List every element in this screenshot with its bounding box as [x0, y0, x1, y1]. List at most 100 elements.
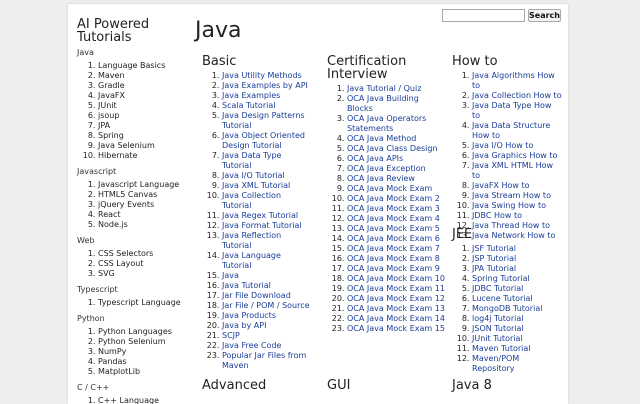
link-java-tutorial-quiz[interactable]: Java Tutorial / Quiz	[347, 84, 421, 93]
sidebar-item-pandas[interactable]: Pandas	[98, 357, 127, 366]
sidebar-item-node-js[interactable]: Node.js	[98, 220, 128, 229]
link-oca-java-mock-exam-4[interactable]: OCA Java Mock Exam 4	[347, 214, 440, 223]
link-jsf-tutorial[interactable]: JSF Tutorial	[472, 244, 516, 253]
link-java-utility-methods[interactable]: Java Utility Methods	[222, 71, 302, 80]
link-oca-java-mock-exam-14[interactable]: OCA Java Mock Exam 14	[347, 314, 445, 323]
link-oca-java-operators-statements[interactable]: OCA Java Operators Statements	[347, 114, 426, 133]
list-item: JUnit Tutorial	[472, 334, 562, 344]
link-java-data-type-how-to[interactable]: Java Data Type How to	[472, 101, 551, 120]
sidebar-item-maven[interactable]: Maven	[98, 71, 125, 80]
link-jar-file-pom-source[interactable]: Jar File / POM / Source	[222, 301, 310, 310]
link-oca-java-mock-exam-11[interactable]: OCA Java Mock Exam 11	[347, 284, 445, 293]
sidebar-item-html5-canvas[interactable]: HTML5 Canvas	[98, 190, 157, 199]
link-jar-file-download[interactable]: Jar File Download	[222, 291, 291, 300]
link-oca-java-mock-exam-2[interactable]: OCA Java Mock Exam 2	[347, 194, 440, 203]
link-java-graphics-how-to[interactable]: Java Graphics How to	[472, 151, 557, 160]
sidebar-item-gradle[interactable]: Gradle	[98, 81, 125, 90]
sidebar-item-javafx[interactable]: JavaFX	[98, 91, 125, 100]
link-java-xml-tutorial[interactable]: Java XML Tutorial	[222, 181, 290, 190]
list-item: Java Tutorial	[222, 281, 312, 291]
link-java-data-structure-how-to[interactable]: Java Data Structure How to	[472, 121, 550, 140]
link-javafx-how-to[interactable]: JavaFX How to	[472, 181, 530, 190]
link-java-design-patterns-tutorial[interactable]: Java Design Patterns Tutorial	[222, 111, 305, 130]
link-oca-java-exception[interactable]: OCA Java Exception	[347, 164, 426, 173]
link-java[interactable]: Java	[222, 271, 239, 280]
link-java-data-type-tutorial[interactable]: Java Data Type Tutorial	[222, 151, 281, 170]
link-oca-java-mock-exam[interactable]: OCA Java Mock Exam	[347, 184, 432, 193]
link-oca-java-class-design[interactable]: OCA Java Class Design	[347, 144, 438, 153]
link-oca-java-mock-exam-10[interactable]: OCA Java Mock Exam 10	[347, 274, 445, 283]
link-oca-java-mock-exam-7[interactable]: OCA Java Mock Exam 7	[347, 244, 440, 253]
link-java-regex-tutorial[interactable]: Java Regex Tutorial	[222, 211, 298, 220]
link-java-language-tutorial[interactable]: Java Language Tutorial	[222, 251, 281, 270]
link-lucene-tutorial[interactable]: Lucene Tutorial	[472, 294, 533, 303]
sidebar-item-c-language[interactable]: C++ Language	[98, 396, 159, 404]
sidebar-item-css-layout[interactable]: CSS Layout	[98, 259, 143, 268]
list-item: OCA Java Mock Exam 6	[347, 234, 447, 244]
link-java-reflection-tutorial[interactable]: Java Reflection Tutorial	[222, 231, 281, 250]
link-junit-tutorial[interactable]: JUnit Tutorial	[472, 334, 523, 343]
link-java-by-api[interactable]: Java by API	[222, 321, 266, 330]
sidebar-item-hibernate[interactable]: Hibernate	[98, 151, 137, 160]
link-oca-java-method[interactable]: OCA Java Method	[347, 134, 416, 143]
sidebar-item-spring[interactable]: Spring	[98, 131, 124, 140]
link-java-examples[interactable]: Java Examples	[222, 91, 280, 100]
link-oca-java-mock-exam-8[interactable]: OCA Java Mock Exam 8	[347, 254, 440, 263]
sidebar-item-jpa[interactable]: JPA	[98, 121, 110, 130]
link-java-algorithms-how-to[interactable]: Java Algorithms How to	[472, 71, 555, 90]
link-scala-tutorial[interactable]: Scala Tutorial	[222, 101, 275, 110]
link-oca-java-apis[interactable]: OCA Java APIs	[347, 154, 403, 163]
sidebar-item-react[interactable]: React	[98, 210, 121, 219]
link-jsp-tutorial[interactable]: JSP Tutorial	[472, 254, 516, 263]
sidebar-item-jsoup[interactable]: jsoup	[98, 111, 119, 120]
sidebar-item-typescript-language[interactable]: Typescript Language	[98, 298, 181, 307]
link-oca-java-review[interactable]: OCA Java Review	[347, 174, 415, 183]
link-java-examples-by-api[interactable]: Java Examples by API	[222, 81, 308, 90]
link-java-xml-html-how-to[interactable]: Java XML HTML How to	[472, 161, 553, 180]
link-java-format-tutorial[interactable]: Java Format Tutorial	[222, 221, 302, 230]
search-input[interactable]	[442, 9, 525, 22]
link-jpa-tutorial[interactable]: JPA Tutorial	[472, 264, 516, 273]
sidebar-item: JavaFX	[98, 91, 187, 101]
sidebar-item-jquery-events[interactable]: jQuery Events	[98, 200, 154, 209]
link-java-collection-tutorial[interactable]: Java Collection Tutorial	[222, 191, 281, 210]
search-button[interactable]: Search	[528, 9, 561, 22]
link-oca-java-mock-exam-9[interactable]: OCA Java Mock Exam 9	[347, 264, 440, 273]
link-maven-tutorial[interactable]: Maven Tutorial	[472, 344, 530, 353]
link-json-tutorial[interactable]: JSON Tutorial	[472, 324, 524, 333]
link-mongodb-tutorial[interactable]: MongoDB Tutorial	[472, 304, 542, 313]
link-scjp[interactable]: SCJP	[222, 331, 240, 340]
link-oca-java-building-blocks[interactable]: OCA Java Building Blocks	[347, 94, 419, 113]
link-jdbc-tutorial[interactable]: JDBC Tutorial	[472, 284, 523, 293]
link-oca-java-mock-exam-15[interactable]: OCA Java Mock Exam 15	[347, 324, 445, 333]
sidebar-item-matplotlib[interactable]: MatplotLib	[98, 367, 140, 376]
sidebar-item-javascript-language[interactable]: Javascript Language	[98, 180, 179, 189]
link-java-products[interactable]: Java Products	[222, 311, 276, 320]
link-jdbc-how-to[interactable]: JDBC How to	[472, 211, 522, 220]
link-java-collection-how-to[interactable]: Java Collection How to	[472, 91, 562, 100]
link-oca-java-mock-exam-5[interactable]: OCA Java Mock Exam 5	[347, 224, 440, 233]
sidebar-item-python-selenium[interactable]: Python Selenium	[98, 337, 166, 346]
link-java-object-oriented-design-tutorial[interactable]: Java Object Oriented Design Tutorial	[222, 131, 305, 150]
sidebar-item-junit[interactable]: JUnit	[98, 101, 117, 110]
sidebar-item-numpy[interactable]: NumPy	[98, 347, 126, 356]
link-spring-tutorial[interactable]: Spring Tutorial	[472, 274, 530, 283]
sidebar-item-python-languages[interactable]: Python Languages	[98, 327, 172, 336]
sidebar-item-css-selectors[interactable]: CSS Selectors	[98, 249, 153, 258]
sidebar-item-language-basics[interactable]: Language Basics	[98, 61, 165, 70]
link-log4j-tutorial[interactable]: log4j Tutorial	[472, 314, 523, 323]
link-java-i-o-tutorial[interactable]: Java I/O Tutorial	[222, 171, 285, 180]
link-java-tutorial[interactable]: Java Tutorial	[222, 281, 271, 290]
link-oca-java-mock-exam-13[interactable]: OCA Java Mock Exam 13	[347, 304, 445, 313]
link-java-stream-how-to[interactable]: Java Stream How to	[472, 191, 551, 200]
link-java-free-code[interactable]: Java Free Code	[222, 341, 281, 350]
link-java-swing-how-to[interactable]: Java Swing How to	[472, 201, 546, 210]
link-oca-java-mock-exam-6[interactable]: OCA Java Mock Exam 6	[347, 234, 440, 243]
link-popular-jar-files-from-maven[interactable]: Popular Jar Files from Maven	[222, 351, 306, 370]
sidebar-item-java-selenium[interactable]: Java Selenium	[98, 141, 155, 150]
link-oca-java-mock-exam-3[interactable]: OCA Java Mock Exam 3	[347, 204, 440, 213]
link-oca-java-mock-exam-12[interactable]: OCA Java Mock Exam 12	[347, 294, 445, 303]
sidebar-item-svg[interactable]: SVG	[98, 269, 115, 278]
link-maven-pom-repository[interactable]: Maven/POM Repository	[472, 354, 519, 373]
link-java-i-o-how-to[interactable]: Java I/O How to	[472, 141, 533, 150]
